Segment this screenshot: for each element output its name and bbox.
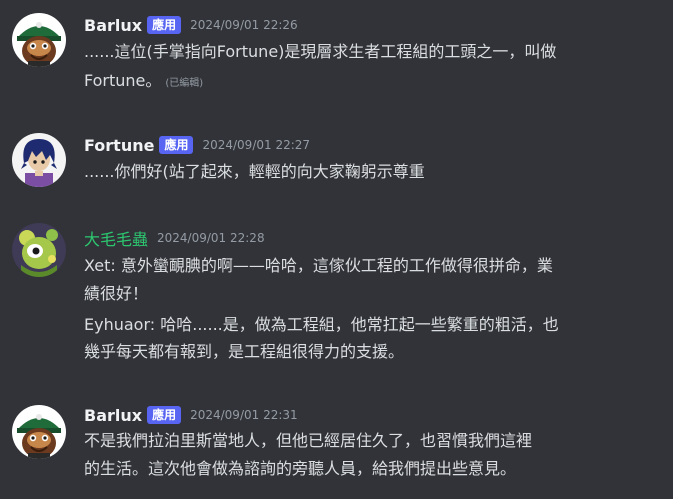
message-group: Barlux 應用 2024/09/01 22:31 不是我們拉泊里斯當地人，但… xyxy=(0,393,673,499)
message-text: Fortune。 xyxy=(84,71,162,90)
username[interactable]: Barlux xyxy=(84,406,142,425)
message-text: 績很好！ xyxy=(84,284,149,303)
timestamp[interactable]: 2024/09/01 22:26 xyxy=(190,18,298,32)
message-text: Eyhuaor: 哈哈......是，做為工程組，他常扛起一些繁重的粗活，也 xyxy=(84,315,559,334)
username[interactable]: Barlux xyxy=(84,16,142,35)
message-group: Barlux 應用 2024/09/01 22:26 ......這位(手掌指向… xyxy=(0,0,673,110)
message-text: 不是我們拉泊里斯當地人，但他已經居住久了，也習慣我們這裡 xyxy=(84,431,533,450)
edited-label: (已編輯) xyxy=(165,78,204,89)
message-header: 大毛毛蟲 2024/09/01 22:28 xyxy=(84,227,265,249)
message-text: ......這位(手掌指向Fortune)是現層求生者工程組的工頭之一，叫做 xyxy=(84,42,557,61)
timestamp[interactable]: 2024/09/01 22:28 xyxy=(157,231,265,245)
app-badge: 應用 xyxy=(147,16,182,34)
username[interactable]: 大毛毛蟲 xyxy=(84,226,148,250)
message-text: Xet: 意外蠻靦腆的啊——哈哈，這傢伙工程的工作做得很拼命，業 xyxy=(84,256,553,275)
username[interactable]: Fortune xyxy=(84,136,154,155)
blue-hair-purple-shirt-avatar-icon[interactable] xyxy=(12,133,66,187)
message-text: 的生活。這次他會做為諮詢的旁聽人員，給我們提出些意見。 xyxy=(84,459,517,478)
message-group: Fortune 應用 2024/09/01 22:27 ......你們好(站了… xyxy=(0,120,673,200)
message-text-line: Fortune。 (已編輯) xyxy=(84,71,203,91)
message-header: Fortune 應用 2024/09/01 22:27 xyxy=(84,134,310,156)
app-badge: 應用 xyxy=(159,136,194,154)
message-text: ......你們好(站了起來，輕輕的向大家鞠躬示尊重 xyxy=(84,162,425,181)
timestamp[interactable]: 2024/09/01 22:27 xyxy=(202,138,310,152)
message-header: Barlux 應用 2024/09/01 22:31 xyxy=(84,404,298,426)
green-creature-avatar-icon[interactable] xyxy=(12,223,66,277)
dwarf-green-hat-avatar-icon[interactable] xyxy=(12,13,66,67)
app-badge: 應用 xyxy=(147,406,182,424)
message-text: 幾乎每天都有報到，是工程組很得力的支援。 xyxy=(84,342,405,361)
message-header: Barlux 應用 2024/09/01 22:26 xyxy=(84,14,298,36)
message-group: 大毛毛蟲 2024/09/01 22:28 Xet: 意外蠻靦腆的啊——哈哈，這… xyxy=(0,213,673,383)
timestamp[interactable]: 2024/09/01 22:31 xyxy=(190,408,298,422)
dwarf-green-hat-avatar-icon[interactable] xyxy=(12,405,66,459)
